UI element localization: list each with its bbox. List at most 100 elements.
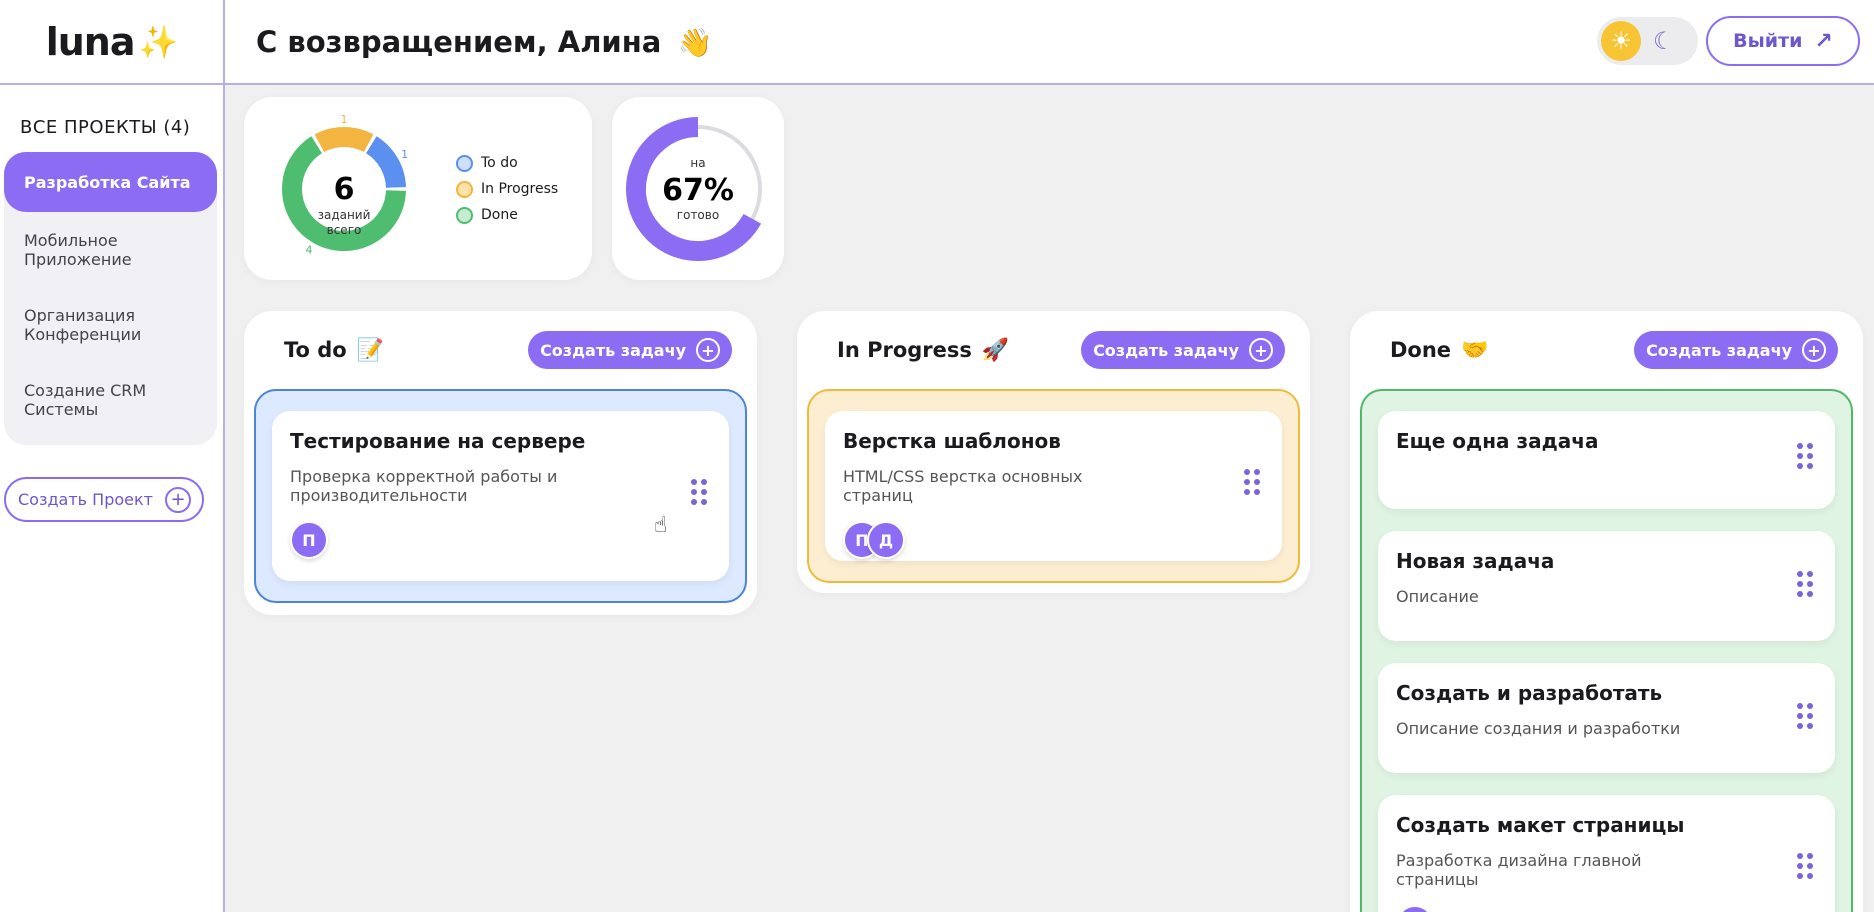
memo-icon: 📝: [356, 337, 385, 363]
create-project-button[interactable]: Создать Проект +: [4, 477, 204, 522]
project-item-conference[interactable]: Организация Конференции: [4, 287, 217, 362]
projects-title: ВСЕ ПРОЕКТЫ (4): [20, 117, 191, 138]
total-tasks-number: 6: [334, 172, 355, 207]
progress-dot-icon: [456, 180, 473, 198]
legend-item-progress: In Progress: [456, 176, 558, 202]
task-title: Создать и разработать: [1396, 681, 1663, 705]
top-header: С возвращением, Алина 👋 ☀ ☾ Выйти ↗: [225, 0, 1874, 85]
avatar[interactable]: П: [290, 521, 328, 559]
task-card[interactable]: Верстка шаблонов HTML/CSS верстка основн…: [825, 411, 1282, 561]
task-description: Описание создания и разработки: [1396, 719, 1681, 738]
create-task-button-in-progress[interactable]: Создать задачу +: [1081, 331, 1285, 369]
donut-count-label: 1: [341, 113, 348, 126]
column-in-progress: In Progress 🚀 Создать задачу + Верстка ш…: [797, 311, 1310, 593]
task-card[interactable]: Создать макет страницы Разработка дизайн…: [1378, 795, 1835, 912]
task-description: HTML/CSS верстка основных страниц: [843, 467, 1083, 505]
drag-handle-icon[interactable]: [1797, 703, 1813, 729]
plus-circle-icon: +: [164, 486, 191, 513]
legend-item-todo: To do: [456, 150, 558, 176]
project-list: Разработка Сайта Мобильное Приложение Ор…: [4, 152, 217, 445]
logout-button[interactable]: Выйти ↗: [1706, 16, 1860, 66]
dropzone-in-progress[interactable]: Верстка шаблонов HTML/CSS верстка основн…: [807, 389, 1300, 583]
column-header-in-progress: In Progress 🚀 Создать задачу +: [797, 311, 1310, 389]
greeting-title: С возвращением, Алина 👋: [256, 25, 712, 59]
rocket-icon: 🚀: [981, 337, 1010, 363]
task-donut-chart: 6 заданий всего 1 1 4: [282, 113, 408, 257]
logout-label: Выйти: [1733, 30, 1803, 52]
donut-slice-in-progress: [314, 127, 374, 153]
create-task-label: Создать задачу: [1646, 340, 1792, 360]
legend-label-todo: To do: [481, 155, 518, 171]
task-card[interactable]: Создать и разработать Описание создания …: [1378, 663, 1835, 773]
moon-icon[interactable]: ☾: [1653, 27, 1675, 55]
create-task-button-todo[interactable]: Создать задачу +: [528, 331, 732, 369]
completion-prefix: на: [690, 156, 705, 170]
arrow-up-right-icon: ↗: [1814, 28, 1833, 54]
task-card[interactable]: Тестирование на сервере Проверка коррект…: [272, 411, 729, 581]
donut-slice-to-do: [365, 136, 406, 189]
task-title: Еще одна задача: [1396, 429, 1599, 453]
task-stats-card: 6 заданий всего 1 1 4 To do In Progress Do…: [244, 97, 592, 280]
task-title: Создать макет страницы: [1396, 813, 1685, 837]
theme-toggle[interactable]: ☀ ☾: [1597, 17, 1698, 65]
todo-dot-icon: [456, 154, 473, 172]
completion-card: на 67% готово: [612, 97, 784, 280]
column-header-todo: To do 📝 Создать задачу +: [244, 311, 757, 389]
done-dot-icon: [456, 206, 473, 224]
plus-circle-icon: +: [696, 338, 720, 362]
avatar[interactable]: Д: [867, 521, 905, 559]
create-task-label: Создать задачу: [1093, 340, 1239, 360]
drag-handle-icon[interactable]: [1244, 469, 1260, 495]
task-card[interactable]: Новая задача Описание: [1378, 531, 1835, 641]
task-description: Описание: [1396, 587, 1479, 606]
logo-text: luna: [45, 19, 136, 64]
sparkle-icon: ✨: [138, 22, 178, 61]
create-task-button-done[interactable]: Создать задачу +: [1634, 331, 1838, 369]
total-tasks-label-1: заданий: [318, 208, 371, 222]
drag-handle-icon[interactable]: [691, 479, 707, 505]
assignee-avatars: П Д: [843, 521, 1264, 559]
task-title: Верстка шаблонов: [843, 429, 1061, 453]
avatar[interactable]: Х: [1396, 905, 1434, 912]
column-title-todo: To do: [284, 338, 347, 362]
column-todo: To do 📝 Создать задачу + Тестирование на…: [244, 311, 757, 615]
column-title-in-progress: In Progress: [837, 338, 972, 362]
sun-icon[interactable]: ☀: [1601, 21, 1641, 61]
legend-item-done: Done: [456, 202, 558, 228]
assignee-avatars: П: [290, 521, 711, 559]
drag-handle-icon[interactable]: [1797, 443, 1813, 469]
column-header-done: Done 🤝 Создать задачу +: [1350, 311, 1863, 389]
dropzone-todo[interactable]: Тестирование на сервере Проверка коррект…: [254, 389, 747, 603]
drag-handle-icon[interactable]: [1797, 571, 1813, 597]
total-tasks-label-2: всего: [327, 223, 362, 237]
completion-suffix: готово: [677, 208, 719, 222]
project-item-website[interactable]: Разработка Сайта: [4, 152, 217, 212]
assignee-avatars: Х: [1396, 905, 1817, 912]
project-item-mobile-app[interactable]: Мобильное Приложение: [4, 212, 217, 287]
handshake-icon: 🤝: [1461, 337, 1489, 363]
task-description: Проверка корректной работы и производите…: [290, 467, 558, 505]
task-title: Тестирование на сервере: [290, 429, 586, 453]
completion-percent: 67%: [662, 173, 734, 208]
project-item-crm[interactable]: Создание CRM Системы: [4, 362, 217, 437]
sidebar: luna ✨ ВСЕ ПРОЕКТЫ (4) Разработка Сайта …: [0, 0, 225, 912]
drag-handle-icon[interactable]: [1797, 853, 1813, 879]
chart-legend: To do In Progress Done: [456, 150, 558, 228]
dropzone-done[interactable]: Еще одна задача Новая задача Описание Со…: [1360, 389, 1853, 912]
task-card[interactable]: Еще одна задача: [1378, 411, 1835, 509]
donut-count-label: 1: [401, 148, 408, 161]
create-task-label: Создать задачу: [540, 340, 686, 360]
task-description: Разработка дизайна главной страницы: [1396, 851, 1642, 889]
app-logo[interactable]: luna ✨: [0, 0, 223, 85]
completion-ring: на 67% готово: [626, 117, 762, 261]
waving-hand-icon: 👋: [677, 25, 713, 59]
legend-label-progress: In Progress: [481, 181, 559, 197]
column-title-done: Done: [1390, 338, 1452, 362]
plus-circle-icon: +: [1802, 338, 1826, 362]
hand-cursor-icon: ☝: [654, 513, 668, 538]
legend-label-done: Done: [481, 207, 518, 223]
task-title: Новая задача: [1396, 549, 1555, 573]
plus-circle-icon: +: [1249, 338, 1273, 362]
create-project-label: Создать Проект: [18, 490, 153, 509]
greeting-text: С возвращением, Алина: [256, 24, 662, 59]
